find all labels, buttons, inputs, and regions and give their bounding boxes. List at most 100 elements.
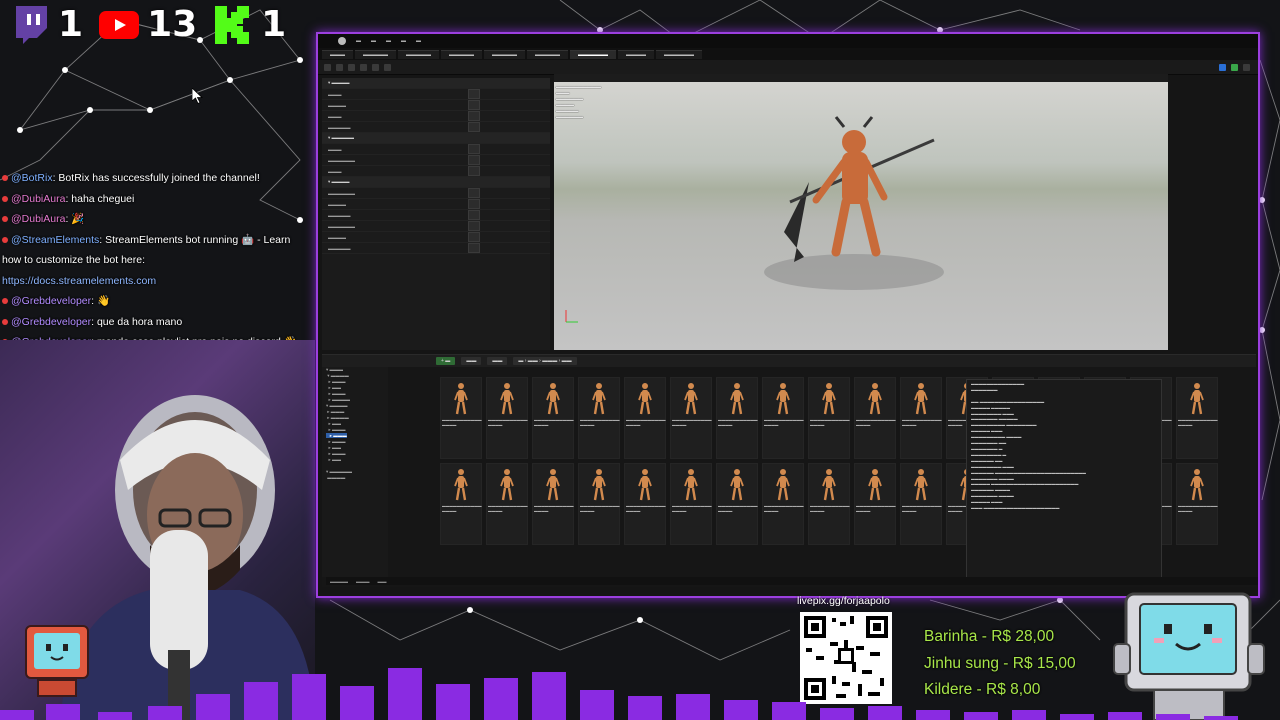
animation-asset-tile[interactable]: ▬▬▬▬▬▬▬▬▬▬▬▬▬▬▬	[670, 377, 712, 459]
editor-tab[interactable]: ▬▬▬▬▬	[355, 49, 396, 59]
mouse-cursor-icon	[192, 88, 204, 104]
youtube-counter: 13	[97, 4, 197, 45]
toolbar-icon[interactable]	[348, 63, 355, 71]
animation-asset-tile[interactable]: ▬▬▬▬▬▬▬▬▬▬▬▬▬▬▬	[578, 463, 620, 545]
asset-name: ▬▬▬▬▬▬▬▬▬▬▬▬▬▬▬	[1178, 418, 1218, 427]
chat-username: @Grebdeveloper	[11, 295, 92, 307]
details-row[interactable]: ▬▬▬▬	[322, 232, 550, 243]
save-all-button[interactable]: ▬▬	[487, 357, 508, 365]
animation-asset-tile[interactable]: ▬▬▬▬▬▬▬▬▬▬▬▬▬▬▬	[900, 463, 942, 545]
animation-asset-tile[interactable]: ▬▬▬▬▬▬▬▬▬▬▬▬▬▬▬	[808, 377, 850, 459]
toolbar-icon[interactable]	[384, 63, 391, 71]
editor-tab[interactable]: ▬▬▬▬▬	[527, 49, 568, 59]
kick-counter: 1	[211, 4, 286, 45]
animation-asset-tile[interactable]: ▬▬▬▬▬▬▬▬▬▬▬▬▬▬▬	[486, 463, 528, 545]
details-row[interactable]: ▬▬▬	[322, 166, 550, 177]
animation-asset-tile[interactable]: ▬▬▬▬▬▬▬▬▬▬▬▬▬▬▬	[532, 377, 574, 459]
asset-tooltip: ▬▬▬▬▬▬▬▬▬▬▬▬▬▬ ▬▬▬▬▬▬▬ ▬▬ ▬▬▬▬▬▬▬▬▬▬▬▬▬▬▬▬…	[966, 379, 1162, 585]
asset-name: ▬▬▬▬▬▬▬▬▬▬▬▬▬▬▬	[488, 504, 528, 513]
chat-link[interactable]: https://docs.streamelements.com	[2, 275, 156, 287]
details-row[interactable]: ▬▬▬▬▬	[322, 243, 550, 254]
import-button[interactable]: ▬▬	[461, 357, 482, 365]
asset-name: ▬▬▬▬▬▬▬▬▬▬▬▬▬▬▬	[534, 504, 574, 513]
animation-asset-tile[interactable]: ▬▬▬▬▬▬▬▬▬▬▬▬▬▬▬	[1176, 463, 1218, 545]
character-thumbnail-icon	[822, 469, 836, 501]
editor-titlebar: ▬ ▬ ▬ ▬ ▬	[318, 34, 1258, 48]
details-section[interactable]: ▾ ▬▬▬▬	[322, 78, 550, 89]
animation-asset-tile[interactable]: ▬▬▬▬▬▬▬▬▬▬▬▬▬▬▬	[440, 377, 482, 459]
details-row[interactable]: ▬▬▬	[322, 89, 550, 100]
animation-asset-tile[interactable]: ▬▬▬▬▬▬▬▬▬▬▬▬▬▬▬	[716, 377, 758, 459]
asset-name: ▬▬▬▬▬▬▬▬▬▬▬▬▬▬▬	[856, 504, 896, 513]
animation-asset-tile[interactable]: ▬▬▬▬▬▬▬▬▬▬▬▬▬▬▬	[670, 463, 712, 545]
character-thumbnail-icon	[592, 383, 606, 415]
toolbar-icon[interactable]	[372, 63, 379, 71]
animation-asset-tile[interactable]: ▬▬▬▬▬▬▬▬▬▬▬▬▬▬▬	[1176, 377, 1218, 459]
details-row[interactable]: ▬▬▬▬▬▬	[322, 221, 550, 232]
animation-asset-tile[interactable]: ▬▬▬▬▬▬▬▬▬▬▬▬▬▬▬	[440, 463, 482, 545]
chat-message: @DubiAura: 🎉	[2, 209, 302, 230]
details-row[interactable]: ▬▬▬▬	[322, 199, 550, 210]
content-status-bar: ▬▬▬▬ ▬▬▬ ▬▬	[326, 577, 1258, 585]
chat-message: @Grebdeveloper: que da hora mano	[2, 312, 302, 333]
toolbar-icon[interactable]	[1243, 63, 1250, 71]
editor-tab[interactable]: ▬▬▬	[322, 49, 353, 59]
audio-visualizer	[0, 668, 1238, 720]
editor-tab[interactable]: ▬▬▬▬▬	[398, 49, 439, 59]
asset-name: ▬▬▬▬▬▬▬▬▬▬▬▬▬▬▬	[534, 418, 574, 427]
live-dot-icon	[2, 216, 8, 223]
asset-name: ▬▬▬▬▬▬▬▬▬▬▬▬▬▬▬	[1178, 504, 1218, 513]
toolbar-icon[interactable]	[360, 63, 367, 71]
character-thumbnail-icon	[500, 383, 514, 415]
animation-asset-tile[interactable]: ▬▬▬▬▬▬▬▬▬▬▬▬▬▬▬	[762, 377, 804, 459]
animation-asset-tile[interactable]: ▬▬▬▬▬▬▬▬▬▬▬▬▬▬▬	[808, 463, 850, 545]
details-row[interactable]: ▬▬▬▬▬▬	[322, 188, 550, 199]
animation-asset-tile[interactable]: ▬▬▬▬▬▬▬▬▬▬▬▬▬▬▬	[624, 463, 666, 545]
details-row[interactable]: ▬▬▬▬▬	[322, 210, 550, 221]
animation-asset-tile[interactable]: ▬▬▬▬▬▬▬▬▬▬▬▬▬▬▬	[486, 377, 528, 459]
details-section[interactable]: ▾ ▬▬▬▬	[322, 177, 550, 188]
chat-username: @Grebdeveloper	[11, 315, 92, 328]
details-row[interactable]: ▬▬▬	[322, 144, 550, 155]
animation-asset-tile[interactable]: ▬▬▬▬▬▬▬▬▬▬▬▬▬▬▬	[762, 463, 804, 545]
animation-asset-tile[interactable]: ▬▬▬▬▬▬▬▬▬▬▬▬▬▬▬	[854, 377, 896, 459]
animation-viewport[interactable]: ▬▬▬▬▬▬▬▬▬▬ ▬▬▬ ▬▬▬▬▬▬ ▬▬▬▬ ▬▬▬▬▬ ▬▬▬▬▬▬	[554, 82, 1168, 350]
animation-asset-tile[interactable]: ▬▬▬▬▬▬▬▬▬▬▬▬▬▬▬	[900, 377, 942, 459]
editor-tab-active[interactable]: ▬▬▬▬▬▬	[570, 49, 616, 59]
character-thumbnail-icon	[730, 383, 744, 415]
viewport-toolbar[interactable]	[554, 74, 1168, 82]
asset-name: ▬▬▬▬▬▬▬▬▬▬▬▬▬▬▬	[718, 504, 758, 513]
add-button[interactable]: + ▬	[436, 357, 456, 365]
live-dot-icon	[2, 318, 8, 325]
character-thumbnail-icon	[1190, 383, 1204, 415]
unreal-editor-window[interactable]: ▬ ▬ ▬ ▬ ▬ ▬▬▬ ▬▬▬▬▬ ▬▬▬▬▬ ▬▬▬▬▬ ▬▬▬▬▬ ▬▬▬▬▬ …	[316, 32, 1260, 598]
animation-asset-tile[interactable]: ▬▬▬▬▬▬▬▬▬▬▬▬▬▬▬	[532, 463, 574, 545]
youtube-icon	[97, 6, 141, 44]
breadcrumb[interactable]: ▬ › ▬▬ › ▬▬▬ › ▬▬	[513, 357, 577, 365]
editor-tab[interactable]: ▬▬▬▬	[618, 49, 654, 59]
editor-tab[interactable]: ▬▬▬▬▬	[441, 49, 482, 59]
folder-tree[interactable]: ▾ ▬▬▬ ▾ ▬▬▬▬ ▸ ▬▬▬ ▸ ▬▬ ▸ ▬▬▬ ▸ ▬▬▬▬ ▾ ▬…	[322, 367, 388, 577]
details-section[interactable]: ▾ ▬▬▬▬▬	[322, 133, 550, 144]
asset-name: ▬▬▬▬▬▬▬▬▬▬▬▬▬▬▬	[580, 504, 620, 513]
browse-icon[interactable]	[336, 63, 343, 71]
animation-asset-tile[interactable]: ▬▬▬▬▬▬▬▬▬▬▬▬▬▬▬	[578, 377, 620, 459]
character-thumbnail-icon	[868, 383, 882, 415]
content-browser: + ▬ ▬▬ ▬▬ ▬ › ▬▬ › ▬▬▬ › ▬▬ ▾ ▬▬▬ ▾ ▬▬▬▬…	[322, 354, 1258, 587]
asset-name: ▬▬▬▬▬▬▬▬▬▬▬▬▬▬▬	[810, 418, 850, 427]
details-row[interactable]: ▬▬▬▬▬	[322, 122, 550, 133]
animation-asset-tile[interactable]: ▬▬▬▬▬▬▬▬▬▬▬▬▬▬▬	[624, 377, 666, 459]
settings-icon[interactable]	[1231, 63, 1238, 71]
animation-asset-tile[interactable]: ▬▬▬▬▬▬▬▬▬▬▬▬▬▬▬	[854, 463, 896, 545]
details-row[interactable]: ▬▬▬▬▬▬	[322, 155, 550, 166]
character-thumbnail-icon	[914, 383, 928, 415]
animation-asset-tile[interactable]: ▬▬▬▬▬▬▬▬▬▬▬▬▬▬▬	[716, 463, 758, 545]
details-row[interactable]: ▬▬▬	[322, 111, 550, 122]
save-icon[interactable]	[324, 63, 331, 71]
editor-tab[interactable]: ▬▬▬▬▬▬	[656, 49, 702, 59]
play-icon[interactable]	[1219, 63, 1226, 71]
editor-tab[interactable]: ▬▬▬▬▬	[484, 49, 525, 59]
chat-username: @StreamElements	[11, 233, 100, 246]
details-row[interactable]: ▬▬▬▬	[322, 100, 550, 111]
asset-name: ▬▬▬▬▬▬▬▬▬▬▬▬▬▬▬	[442, 418, 482, 427]
